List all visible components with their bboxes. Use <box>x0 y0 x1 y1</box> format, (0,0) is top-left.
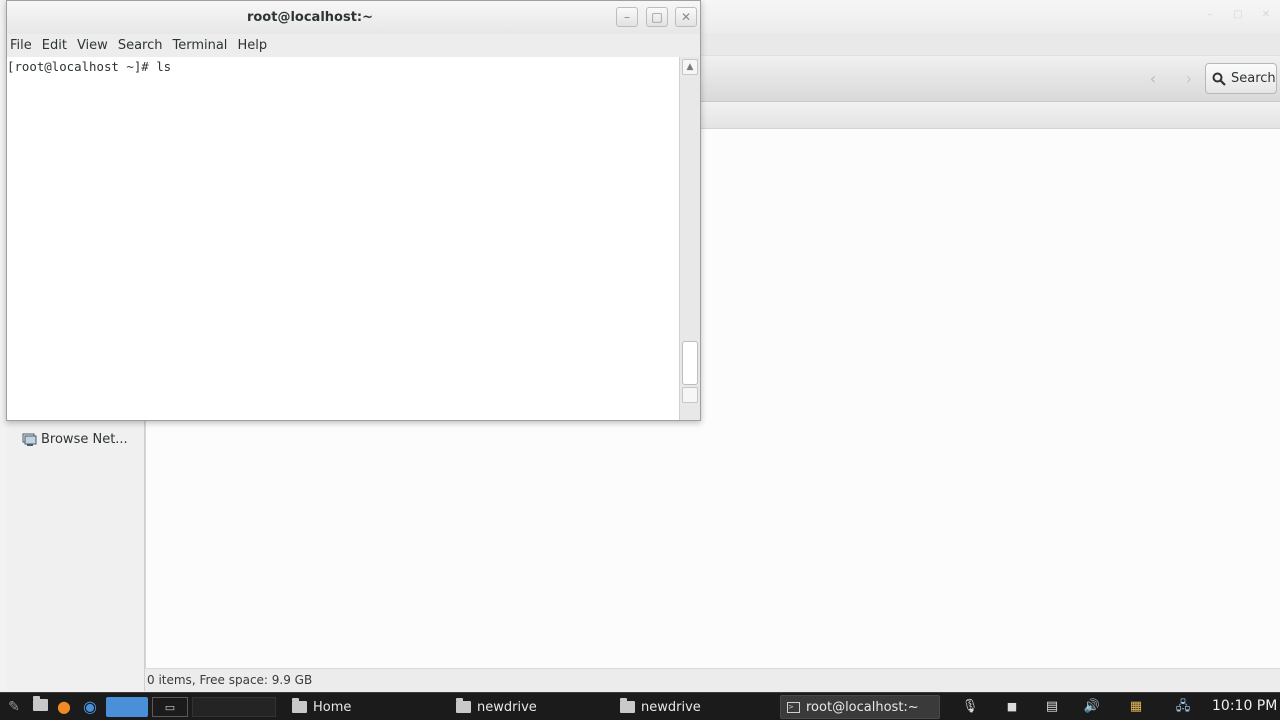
clock[interactable]: 10:10 PM <box>1212 698 1277 714</box>
terminal-output[interactable]: [root@localhost ~]# ls <box>7 57 679 420</box>
scroll-down-icon[interactable] <box>682 387 698 403</box>
terminal-menubar: File Edit View Search Terminal Help <box>7 34 700 57</box>
workspace-2-icon[interactable]: ▭ <box>152 697 188 717</box>
terminal-icon: > <box>787 701 800 713</box>
taskbar: ✎ ● ◉ ▭ Home newdrive newdrive > root@lo… <box>0 692 1280 720</box>
applications-menu-icon[interactable]: ✎ <box>4 697 24 717</box>
microphone-icon[interactable]: 🎙 <box>960 697 980 717</box>
menu-file[interactable]: File <box>7 34 39 57</box>
task-newdrive-1[interactable]: newdrive <box>456 695 537 719</box>
task-label: Home <box>313 699 352 715</box>
minimize-icon[interactable]: – <box>1204 9 1216 21</box>
scrollbar-thumb[interactable] <box>682 341 698 385</box>
scroll-up-icon[interactable]: ▲ <box>682 59 698 75</box>
network-status-icon[interactable]: 🖧 <box>1170 697 1196 717</box>
close-icon[interactable]: ✕ <box>1260 9 1272 21</box>
window-title: root@localhost:~ <box>246 10 374 25</box>
terminal-window[interactable]: root@localhost:~ – □ ✕ File Edit View Se… <box>6 0 701 421</box>
menu-help[interactable]: Help <box>234 34 274 57</box>
status-bar: 0 items, Free space: 9.9 GB <box>145 668 1280 692</box>
task-label: newdrive <box>641 699 701 715</box>
file-manager-launcher-icon[interactable] <box>30 696 50 717</box>
workspace-3-icon[interactable] <box>192 697 276 717</box>
workspace-1-icon[interactable] <box>106 697 148 717</box>
terminal-titlebar[interactable]: root@localhost:~ – □ ✕ <box>7 1 700 34</box>
arrow-right-icon[interactable]: › <box>1178 68 1200 90</box>
display-icon[interactable]: ■ <box>1002 697 1022 717</box>
clipboard-icon[interactable]: ▤ <box>1042 697 1062 717</box>
menu-terminal[interactable]: Terminal <box>169 34 234 57</box>
magnifier-icon <box>1212 72 1226 86</box>
arrow-left-icon[interactable]: ‹ <box>1142 68 1164 90</box>
sidebar-item-browse-network[interactable]: Browse Net... <box>22 432 128 447</box>
firefox-icon[interactable]: ● <box>54 697 74 717</box>
menu-view[interactable]: View <box>74 34 115 57</box>
folder-icon <box>620 698 635 713</box>
status-text: 0 items, Free space: 9.9 GB <box>147 673 313 687</box>
maximize-icon[interactable]: □ <box>646 7 668 27</box>
file-manager-pathbar <box>700 102 1280 129</box>
file-manager-sidebar: Browse Net... <box>6 421 145 691</box>
task-newdrive-2[interactable]: newdrive <box>620 695 701 719</box>
maximize-icon[interactable]: □ <box>1232 9 1244 21</box>
sidebar-item-label: Browse Net... <box>41 432 128 447</box>
task-home[interactable]: Home <box>292 695 351 719</box>
menu-search[interactable]: Search <box>115 34 170 57</box>
terminal-scrollbar[interactable]: ▲ <box>679 57 700 420</box>
folder-icon <box>456 698 471 713</box>
notes-icon[interactable]: ▦ <box>1126 697 1146 717</box>
search-button[interactable]: Search <box>1205 63 1277 94</box>
task-label: root@localhost:~ <box>806 699 919 715</box>
mail-client-icon[interactable]: ◉ <box>80 697 100 717</box>
menu-edit[interactable]: Edit <box>39 34 74 57</box>
close-icon[interactable]: ✕ <box>675 7 697 27</box>
prompt-line: [root@localhost ~]# ls <box>7 59 172 74</box>
file-manager-menubar <box>700 33 1280 56</box>
network-icon <box>22 433 37 446</box>
volume-icon[interactable]: 🔊 <box>1082 697 1102 717</box>
task-terminal[interactable]: > root@localhost:~ <box>780 695 940 719</box>
file-manager-toolbar: ‹ › Search <box>700 56 1280 102</box>
file-manager-titlebar: – □ ✕ <box>700 0 1280 33</box>
minimize-icon[interactable]: – <box>616 7 638 27</box>
folder-icon <box>292 698 307 713</box>
search-button-label: Search <box>1231 71 1276 86</box>
task-label: newdrive <box>477 699 537 715</box>
